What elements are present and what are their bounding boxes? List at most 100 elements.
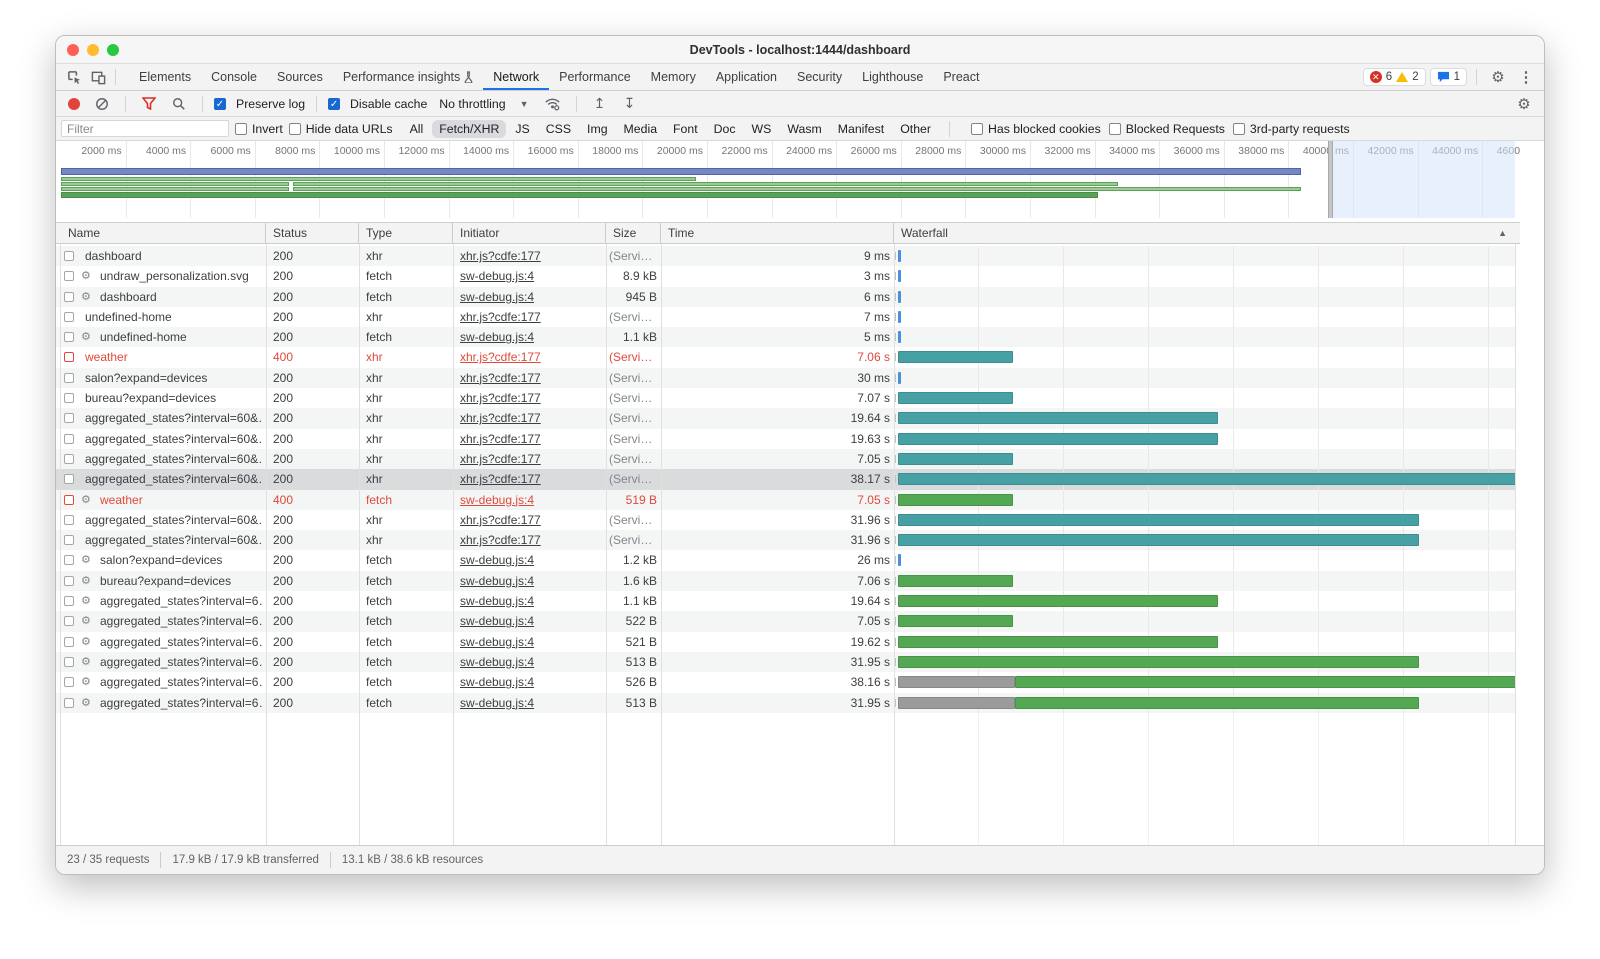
column-header-name[interactable]: Name [61,223,266,243]
initiator-link[interactable]: sw-debug.js:4 [460,672,602,692]
request-name[interactable]: aggregated_states?interval=6… [100,672,262,692]
initiator-link[interactable]: xhr.js?cdfe:177 [460,347,602,367]
row-checkbox[interactable] [64,332,74,342]
column-header-size[interactable]: Size [606,223,661,243]
request-name[interactable]: dashboard [85,246,262,266]
initiator-link[interactable]: xhr.js?cdfe:177 [460,368,602,388]
table-row[interactable]: ⚙dashboard200fetchsw-debug.js:4945 B6 ms [56,287,1515,307]
request-name[interactable]: aggregated_states?interval=6… [100,591,262,611]
hide-data-urls-checkbox[interactable] [289,123,301,135]
table-row[interactable]: ⚙aggregated_states?interval=6…200fetchsw… [56,652,1515,672]
row-checkbox[interactable] [64,495,74,505]
table-row[interactable]: aggregated_states?interval=60&…200xhrxhr… [56,449,1515,469]
row-checkbox[interactable] [64,454,74,464]
import-har-icon[interactable]: ↥ [588,92,612,116]
request-name[interactable]: undefined-home [85,307,262,327]
record-network-log-button[interactable] [68,98,80,110]
request-name[interactable]: salon?expand=devices [85,368,262,388]
issues-badge[interactable]: 1 [1430,68,1467,86]
row-checkbox[interactable] [64,251,74,261]
initiator-link[interactable]: xhr.js?cdfe:177 [460,246,602,266]
request-name[interactable]: aggregated_states?interval=60&… [85,530,262,550]
device-toolbar-icon[interactable] [86,65,110,89]
filter-pill-js[interactable]: JS [508,120,536,138]
request-name[interactable]: aggregated_states?interval=6… [100,632,262,652]
invert-checkbox-group[interactable]: Invert [235,122,283,136]
row-checkbox[interactable] [64,373,74,383]
initiator-link[interactable]: xhr.js?cdfe:177 [460,429,602,449]
initiator-link[interactable]: sw-debug.js:4 [460,611,602,631]
invert-checkbox[interactable] [235,123,247,135]
request-name[interactable]: weather [85,347,262,367]
request-name[interactable]: bureau?expand=devices [100,571,262,591]
initiator-link[interactable]: sw-debug.js:4 [460,591,602,611]
tab-security[interactable]: Security [787,64,852,90]
row-checkbox[interactable] [64,677,74,687]
request-name[interactable]: aggregated_states?interval=60&… [85,429,262,449]
filter-pill-doc[interactable]: Doc [707,120,743,138]
initiator-link[interactable]: sw-debug.js:4 [460,571,602,591]
request-name[interactable]: aggregated_states?interval=6… [100,652,262,672]
inspect-element-icon[interactable] [62,65,86,89]
tab-memory[interactable]: Memory [641,64,706,90]
filter-pill-other[interactable]: Other [893,120,938,138]
request-name[interactable]: bureau?expand=devices [85,388,262,408]
filter-checkbox-has-blocked-cookies[interactable]: Has blocked cookies [971,122,1101,136]
table-row[interactable]: ⚙undraw_personalization.svg200fetchsw-de… [56,266,1515,286]
filter-pill-wasm[interactable]: Wasm [780,120,828,138]
initiator-link[interactable]: xhr.js?cdfe:177 [460,388,602,408]
filter-pill-font[interactable]: Font [666,120,705,138]
initiator-link[interactable]: sw-debug.js:4 [460,266,602,286]
more-options-menu-icon[interactable]: ⋮ [1514,65,1538,89]
filter-input[interactable] [61,120,229,137]
hide-data-urls-checkbox-group[interactable]: Hide data URLs [289,122,393,136]
initiator-link[interactable]: sw-debug.js:4 [460,490,602,510]
network-overview-timeline[interactable]: 2000 ms4000 ms6000 ms8000 ms10000 ms1200… [56,141,1520,223]
request-name[interactable]: undefined-home [100,327,262,347]
checkbox[interactable] [1233,123,1245,135]
network-conditions-icon[interactable] [541,92,565,116]
network-settings-gear-icon[interactable]: ⚙ [1512,92,1536,116]
overview-divider-grip[interactable] [1328,141,1333,218]
row-checkbox[interactable] [64,698,74,708]
filter-checkbox-blocked-requests[interactable]: Blocked Requests [1109,122,1225,136]
table-row[interactable]: bureau?expand=devices200xhrxhr.js?cdfe:1… [56,388,1515,408]
filter-pill-img[interactable]: Img [580,120,615,138]
table-row[interactable]: undefined-home200xhrxhr.js?cdfe:177(Serv… [56,307,1515,327]
filter-pill-all[interactable]: All [403,120,431,138]
tab-sources[interactable]: Sources [267,64,333,90]
row-checkbox[interactable] [64,657,74,667]
initiator-link[interactable]: sw-debug.js:4 [460,550,602,570]
tab-performance[interactable]: Performance [549,64,641,90]
table-row[interactable]: ⚙weather400fetchsw-debug.js:4519 B7.05 s [56,490,1515,510]
row-checkbox[interactable] [64,413,74,423]
throttling-select[interactable]: No throttling ▼ [433,97,534,111]
filter-pill-media[interactable]: Media [617,120,665,138]
table-row[interactable]: aggregated_states?interval=60&…200xhrxhr… [56,510,1515,530]
initiator-link[interactable]: xhr.js?cdfe:177 [460,510,602,530]
table-row[interactable]: ⚙salon?expand=devices200fetchsw-debug.js… [56,550,1515,570]
row-checkbox[interactable] [64,474,74,484]
request-name[interactable]: aggregated_states?interval=6… [100,611,262,631]
column-header-time[interactable]: Time [661,223,894,243]
request-name[interactable]: dashboard [100,287,262,307]
filter-pill-ws[interactable]: WS [745,120,779,138]
preserve-log-checkbox[interactable]: ✓ [214,98,226,110]
checkbox[interactable] [971,123,983,135]
request-name[interactable]: aggregated_states?interval=60&… [85,449,262,469]
row-checkbox[interactable] [64,616,74,626]
filter-checkbox-3rd-party-requests[interactable]: 3rd-party requests [1233,122,1350,136]
initiator-link[interactable]: xhr.js?cdfe:177 [460,469,602,489]
table-row[interactable]: weather400xhrxhr.js?cdfe:177(Servi…7.06 … [56,347,1515,367]
filter-pill-fetch-xhr[interactable]: Fetch/XHR [432,120,506,138]
clear-network-log-icon[interactable] [90,92,114,116]
row-checkbox[interactable] [64,393,74,403]
tab-application[interactable]: Application [706,64,787,90]
row-checkbox[interactable] [64,434,74,444]
table-row[interactable]: ⚙undefined-home200fetchsw-debug.js:41.1 … [56,327,1515,347]
row-checkbox[interactable] [64,292,74,302]
request-name[interactable]: aggregated_states?interval=6… [100,693,262,713]
column-header-status[interactable]: Status [266,223,359,243]
request-name[interactable]: aggregated_states?interval=60&… [85,469,262,489]
request-name[interactable]: aggregated_states?interval=60&… [85,408,262,428]
